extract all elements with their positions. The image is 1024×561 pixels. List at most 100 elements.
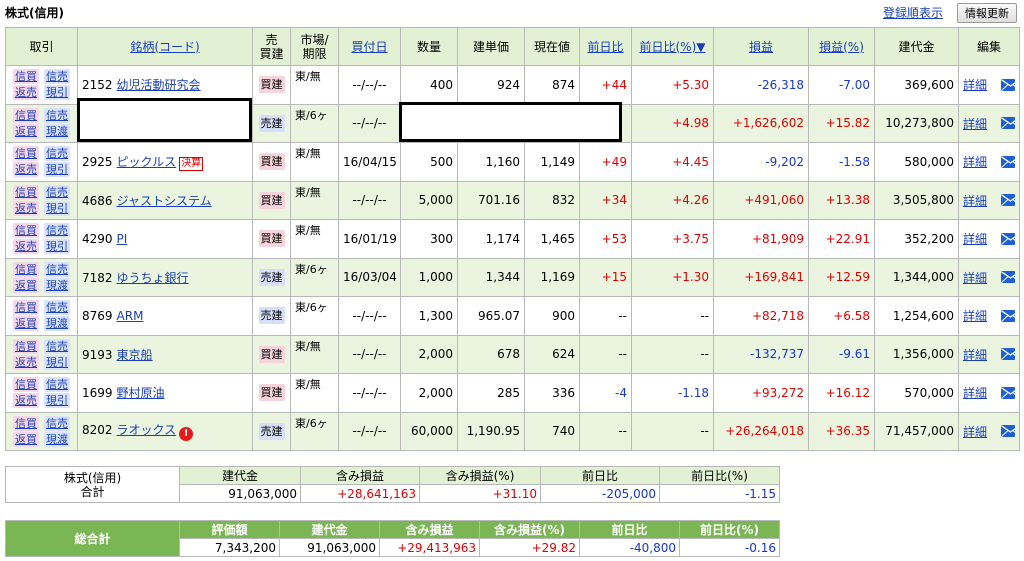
margin-buy-button[interactable]: 信買: [13, 223, 39, 239]
margin-buy-button[interactable]: 信買: [13, 146, 39, 162]
detail-link[interactable]: 詳細: [963, 384, 987, 401]
refresh-button[interactable]: 情報更新: [957, 3, 1017, 23]
margin-buy-button[interactable]: 信買: [13, 300, 39, 316]
mail-icon[interactable]: [1001, 232, 1015, 245]
repay-button[interactable]: 返売: [13, 239, 39, 255]
detail-link[interactable]: 詳細: [963, 346, 987, 363]
entry-price-cell: 1,174: [457, 219, 525, 259]
sort-stock-link[interactable]: 銘柄(コード): [130, 40, 199, 54]
alert-icon[interactable]: !: [179, 427, 194, 442]
sort-pnl-pct-link[interactable]: 損益(%): [819, 40, 864, 54]
delivery-button[interactable]: 現引: [44, 162, 70, 178]
mail-icon[interactable]: [1001, 309, 1015, 322]
detail-link[interactable]: 詳細: [963, 423, 987, 440]
repay-button[interactable]: 返買: [13, 316, 39, 332]
col-day-change-pct[interactable]: 前日比(%)▼: [631, 27, 714, 66]
sort-day-change-link[interactable]: 前日比: [587, 40, 623, 54]
margin-sell-button[interactable]: 信売: [44, 261, 70, 277]
detail-link[interactable]: 詳細: [963, 307, 987, 324]
stock-name-link[interactable]: 野村原油: [117, 386, 165, 400]
pnl-cell: -132,737: [713, 334, 809, 374]
col-stock[interactable]: 銘柄(コード): [77, 27, 253, 66]
detail-link[interactable]: 詳細: [963, 115, 987, 132]
margin-buy-button[interactable]: 信買: [13, 261, 39, 277]
margin-sell-button[interactable]: 信売: [44, 223, 70, 239]
delivery-button[interactable]: 現渡: [44, 123, 70, 139]
mail-icon[interactable]: [1001, 386, 1015, 399]
repay-button[interactable]: 返売: [13, 393, 39, 409]
col-buy-date[interactable]: 買付日: [338, 27, 401, 66]
stock-name-link[interactable]: ピックルス: [117, 155, 177, 169]
margin-buy-button[interactable]: 信買: [13, 69, 39, 85]
detail-link[interactable]: 詳細: [963, 76, 987, 93]
mail-icon[interactable]: [1001, 271, 1015, 284]
stock-code: 1699: [82, 386, 113, 401]
repay-button[interactable]: 返買: [13, 277, 39, 293]
margin-sell-button[interactable]: 信売: [44, 184, 70, 200]
margin-sell-button[interactable]: 信売: [44, 300, 70, 316]
trade-buttons-cell: 信買 信売 返売 現引: [5, 334, 78, 374]
stock-name-link[interactable]: ゆうちょ銀行: [117, 271, 189, 285]
margin-sell-button[interactable]: 信売: [44, 146, 70, 162]
detail-link[interactable]: 詳細: [963, 230, 987, 247]
detail-link[interactable]: 詳細: [963, 269, 987, 286]
delivery-button[interactable]: 現渡: [44, 431, 70, 447]
day-change-cell: --: [579, 411, 632, 451]
delivery-button[interactable]: 現引: [44, 85, 70, 101]
margin-sell-button[interactable]: 信売: [44, 69, 70, 85]
stock-name-link[interactable]: ラオックス: [117, 423, 177, 437]
margin-buy-button[interactable]: 信買: [13, 184, 39, 200]
delivery-button[interactable]: 現引: [44, 200, 70, 216]
repay-button[interactable]: 返売: [13, 354, 39, 370]
mail-icon[interactable]: [1001, 348, 1015, 361]
repay-button[interactable]: 返買: [13, 431, 39, 447]
detail-link[interactable]: 詳細: [963, 153, 987, 170]
market-cell: 東/無: [290, 142, 339, 182]
stock-name-link[interactable]: ARM: [117, 309, 144, 323]
entry-price-cell: 678: [457, 334, 525, 374]
col-pnl[interactable]: 損益: [713, 27, 809, 66]
qty-cell: 5,000: [400, 180, 458, 220]
repay-button[interactable]: 返売: [13, 200, 39, 216]
mail-icon[interactable]: [1001, 155, 1015, 168]
sort-buy-date-link[interactable]: 買付日: [351, 40, 387, 54]
sort-day-change-pct-link[interactable]: 前日比(%)▼: [640, 40, 706, 54]
table-row: 信買 信売 返売 現引 2925 ピックルス 決算 買建 東/無 16/04/15 500 1,160…: [5, 142, 1020, 182]
detail-link[interactable]: 詳細: [963, 192, 987, 209]
margin-sell-button[interactable]: 信売: [44, 377, 70, 393]
edit-cell: 詳細: [958, 142, 1020, 182]
margin-buy-button[interactable]: 信買: [13, 377, 39, 393]
delivery-button[interactable]: 現渡: [44, 277, 70, 293]
sort-pnl-link[interactable]: 損益: [749, 40, 773, 54]
margin-sell-button[interactable]: 信売: [44, 107, 70, 123]
col-pnl-pct[interactable]: 損益(%): [808, 27, 875, 66]
stock-name-link[interactable]: PI: [117, 232, 128, 246]
buy-date-cell: 16/01/19: [338, 219, 401, 259]
mail-icon[interactable]: [1001, 425, 1015, 438]
repay-button[interactable]: 返売: [13, 162, 39, 178]
margin-sell-button[interactable]: 信売: [44, 415, 70, 431]
position-value-cell: 352,200: [874, 219, 959, 259]
mail-icon[interactable]: [1001, 78, 1015, 91]
margin-buy-button[interactable]: 信買: [13, 107, 39, 123]
stock-name-link[interactable]: ジャストシステム: [117, 194, 212, 208]
col-current-price: 現在値: [524, 27, 580, 66]
stock-name-link[interactable]: 幼児活動研究会: [117, 78, 201, 92]
mail-icon[interactable]: [1001, 117, 1015, 130]
mail-icon[interactable]: [1001, 194, 1015, 207]
side-badge: 買建: [258, 76, 285, 94]
buy-date-cell: --/--/--: [338, 103, 401, 143]
margin-buy-button[interactable]: 信買: [13, 338, 39, 354]
delivery-button[interactable]: 現引: [44, 354, 70, 370]
repay-button[interactable]: 返売: [13, 85, 39, 101]
delivery-button[interactable]: 現引: [44, 239, 70, 255]
margin-buy-button[interactable]: 信買: [13, 415, 39, 431]
stock-name-link[interactable]: 東京船: [117, 348, 153, 362]
pnl-pct-cell: +12.59: [808, 257, 875, 297]
delivery-button[interactable]: 現渡: [44, 316, 70, 332]
margin-sell-button[interactable]: 信売: [44, 338, 70, 354]
register-order-link[interactable]: 登録順表示: [883, 4, 943, 21]
delivery-button[interactable]: 現引: [44, 393, 70, 409]
repay-button[interactable]: 返買: [13, 123, 39, 139]
col-day-change[interactable]: 前日比: [579, 27, 632, 66]
